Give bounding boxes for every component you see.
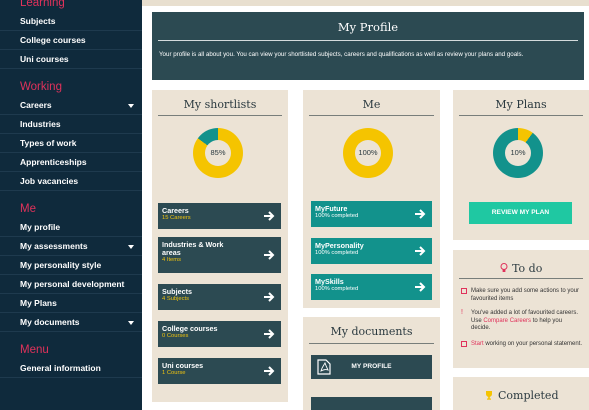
tile-uni-courses[interactable]: Uni courses 1 Course bbox=[158, 358, 281, 384]
sidebar-item-my-personality-style[interactable]: My personality style bbox=[0, 256, 142, 275]
divider bbox=[158, 115, 282, 116]
my-profile-document-button[interactable]: MY PROFILE bbox=[311, 355, 432, 379]
divider bbox=[309, 343, 434, 344]
sidebar-item-label: Careers bbox=[20, 100, 52, 110]
shortlists-card: My shortlists 85% Careers 15 Careers Ind… bbox=[152, 90, 288, 402]
documents-card: My documents MY PROFILE bbox=[303, 317, 440, 410]
alert-icon: ! bbox=[461, 309, 463, 316]
profile-header: My Profile Your profile is all about you… bbox=[152, 12, 584, 80]
arrow-right-icon bbox=[264, 292, 275, 302]
card-title: To do bbox=[512, 262, 543, 275]
sidebar-item-apprenticeships[interactable]: Apprenticeships bbox=[0, 153, 142, 172]
sidebar-item-careers[interactable]: Careers bbox=[0, 96, 142, 115]
arrow-right-icon bbox=[415, 209, 426, 219]
main-content: My Profile Your profile is all about you… bbox=[142, 0, 589, 410]
tile-label: Industries & Work areas bbox=[162, 240, 224, 257]
tile-myskills[interactable]: MySkills 100% completed bbox=[311, 274, 432, 300]
progress-label: 10% bbox=[505, 140, 531, 166]
chevron-down-icon[interactable] bbox=[128, 245, 134, 249]
plans-progress-donut: 10% bbox=[493, 128, 543, 178]
shortlists-progress-donut: 85% bbox=[193, 128, 243, 178]
page-description: Your profile is all about you. You can v… bbox=[159, 51, 524, 58]
checkbox-icon[interactable] bbox=[461, 288, 467, 294]
progress-label: 100% bbox=[355, 140, 381, 166]
sidebar-item-industries[interactable]: Industries bbox=[0, 115, 142, 134]
sidebar-item-my-personal-development[interactable]: My personal development bbox=[0, 275, 142, 294]
sidebar-heading-me: Me bbox=[20, 203, 36, 215]
progress-label: 85% bbox=[205, 140, 231, 166]
button-label: MY PROFILE bbox=[351, 363, 392, 370]
sidebar-item-uni-courses[interactable]: Uni courses bbox=[0, 50, 142, 69]
sidebar-item-my-profile[interactable]: My profile bbox=[0, 218, 142, 237]
sidebar: Learning Subjects College courses Uni co… bbox=[0, 0, 142, 410]
divider bbox=[309, 115, 434, 116]
plans-card: My Plans 10% REVIEW MY PLAN bbox=[453, 90, 589, 240]
divider bbox=[158, 40, 578, 41]
lightbulb-icon bbox=[500, 263, 508, 272]
todo-header: To do bbox=[453, 259, 589, 277]
divider bbox=[459, 278, 583, 279]
tile-myfuture[interactable]: MyFuture 100% completed bbox=[311, 201, 432, 227]
tile-industries-work-areas[interactable]: Industries & Work areas 4 Items bbox=[158, 237, 281, 273]
card-title: My Plans bbox=[495, 98, 547, 111]
review-my-plan-button[interactable]: REVIEW MY PLAN bbox=[469, 202, 572, 224]
sidebar-item-my-documents[interactable]: My documents bbox=[0, 313, 142, 332]
me-card: Me 100% MyFuture 100% completed MyPerson… bbox=[303, 90, 440, 308]
tile-careers[interactable]: Careers 15 Careers bbox=[158, 203, 281, 229]
completed-card: Completed bbox=[453, 377, 589, 410]
divider bbox=[459, 115, 583, 116]
todo-text: You've added a lot of favourited careers… bbox=[471, 310, 583, 333]
sidebar-item-label: My documents bbox=[20, 317, 80, 327]
top-bar bbox=[142, 0, 589, 6]
start-link[interactable]: Start bbox=[471, 341, 484, 347]
todo-text-part: working on your personal statement. bbox=[483, 341, 583, 347]
sidebar-item-label: My assessments bbox=[20, 241, 88, 251]
sidebar-heading-menu: Menu bbox=[20, 344, 49, 356]
card-title: Me bbox=[362, 98, 381, 111]
sidebar-heading-working: Working bbox=[20, 81, 62, 93]
card-title: My documents bbox=[330, 325, 413, 338]
tile-college-courses[interactable]: College courses 0 Courses bbox=[158, 321, 281, 347]
sidebar-item-types-of-work[interactable]: Types of work bbox=[0, 134, 142, 153]
sidebar-item-subjects[interactable]: Subjects bbox=[0, 12, 142, 31]
chevron-down-icon[interactable] bbox=[128, 321, 134, 325]
tile-subjects[interactable]: Subjects 4 Subjects bbox=[158, 284, 281, 310]
chevron-down-icon[interactable] bbox=[128, 104, 134, 108]
todo-card: To do Make sure you add some actions to … bbox=[453, 250, 589, 368]
arrow-right-icon bbox=[264, 211, 275, 221]
arrow-right-icon bbox=[415, 282, 426, 292]
arrow-right-icon bbox=[415, 246, 426, 256]
sidebar-item-general-information[interactable]: General information bbox=[0, 359, 142, 378]
sidebar-item-my-assessments[interactable]: My assessments bbox=[0, 237, 142, 256]
sidebar-heading-learning: Learning bbox=[20, 0, 65, 9]
page-title: My Profile bbox=[337, 20, 399, 34]
compare-careers-link[interactable]: Compare Careers bbox=[483, 318, 531, 324]
completed-header: Completed bbox=[453, 386, 589, 404]
trophy-icon bbox=[485, 391, 492, 400]
next-document-button[interactable] bbox=[311, 397, 432, 410]
tile-mypersonality[interactable]: MyPersonality 100% completed bbox=[311, 238, 432, 264]
sidebar-item-job-vacancies[interactable]: Job vacancies bbox=[0, 172, 142, 191]
card-title: My shortlists bbox=[183, 98, 257, 111]
card-title: Completed bbox=[497, 389, 559, 402]
todo-text: Make sure you add some actions to your f… bbox=[471, 288, 580, 302]
arrow-right-icon bbox=[264, 250, 275, 260]
sidebar-item-college-courses[interactable]: College courses bbox=[0, 31, 142, 50]
sidebar-item-my-plans[interactable]: My Plans bbox=[0, 294, 142, 313]
arrow-right-icon bbox=[264, 329, 275, 339]
todo-text: Start working on your personal statement… bbox=[471, 341, 583, 349]
checkbox-icon[interactable] bbox=[461, 341, 467, 347]
me-progress-donut: 100% bbox=[343, 128, 393, 178]
arrow-right-icon bbox=[264, 366, 275, 376]
